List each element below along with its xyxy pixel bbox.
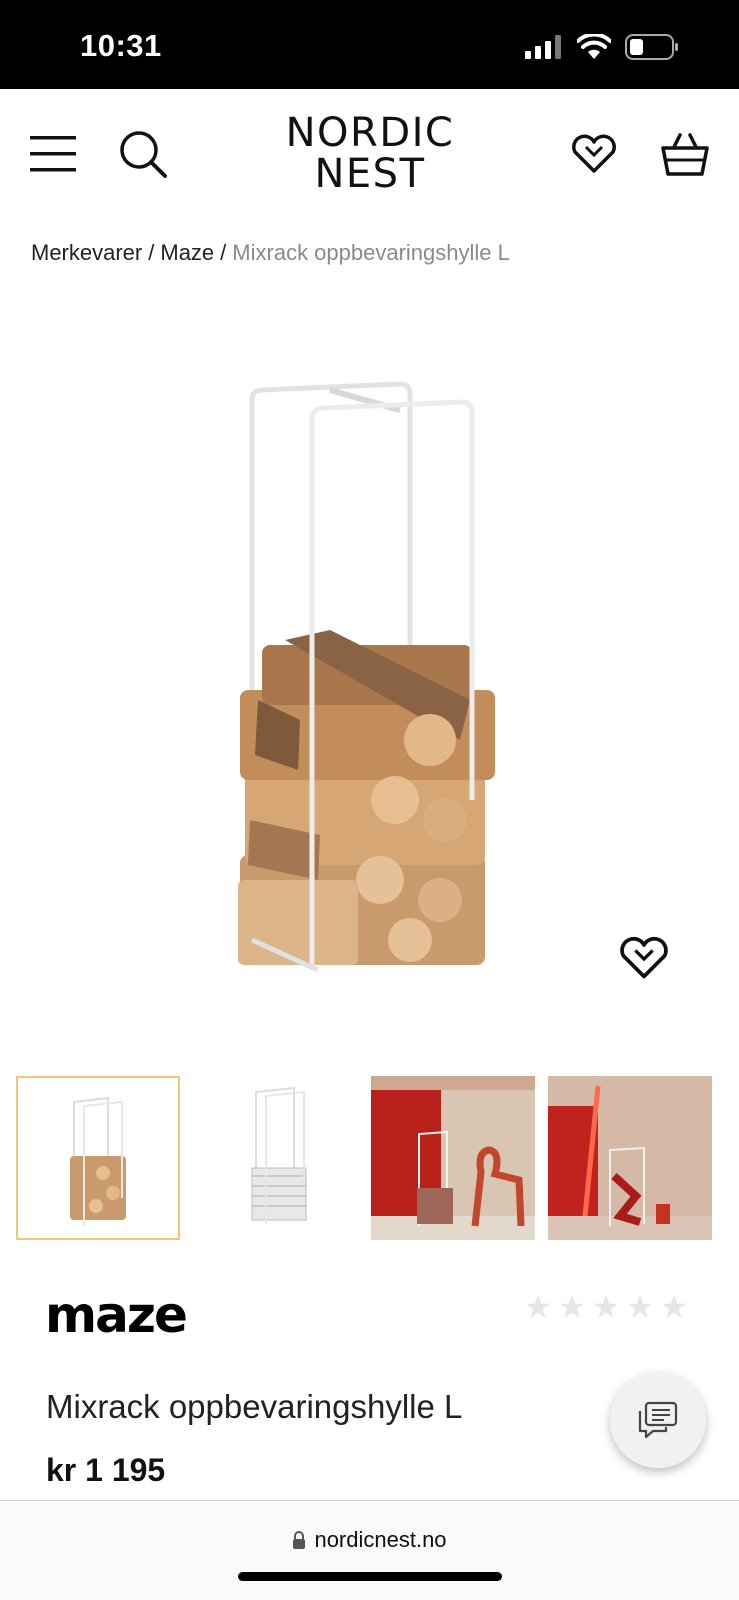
star-icon (594, 1295, 618, 1318)
main-product-image[interactable] (0, 300, 739, 1040)
breadcrumb: Merkevarer / Maze / Mixrack oppbevaringshyll… (31, 240, 510, 266)
chat-button[interactable] (610, 1372, 706, 1468)
breadcrumb-separator: / (148, 240, 155, 265)
breadcrumb-link-merkevarer[interactable]: Merkevarer (31, 240, 142, 265)
thumbnail-4[interactable] (548, 1076, 712, 1240)
breadcrumb-link-maze[interactable]: Maze (160, 240, 214, 265)
menu-button[interactable] (28, 133, 78, 175)
product-price: kr 1 195 (46, 1452, 166, 1488)
thumbnail-gallery (16, 1076, 723, 1242)
thumbnail-2[interactable] (194, 1076, 358, 1240)
heart-icon (620, 936, 668, 979)
rating-stars[interactable] (525, 1294, 687, 1320)
logo-line-1: NORDIC (285, 110, 455, 156)
thumbnail-1[interactable] (16, 1076, 180, 1240)
site-header: NORDIC NEST (0, 89, 739, 219)
breadcrumb-current: Mixrack oppbevaringshylle L (232, 240, 510, 265)
cart-button[interactable] (660, 131, 710, 179)
thumbnail-3[interactable] (371, 1076, 535, 1240)
battery-icon (625, 34, 678, 60)
wishlist-button[interactable] (570, 133, 618, 175)
status-icons (525, 34, 679, 60)
home-indicator[interactable] (238, 1572, 502, 1581)
breadcrumb-separator: / (220, 240, 227, 265)
chat-icon (638, 1401, 678, 1439)
url-display[interactable]: nordicnest.no (0, 1527, 739, 1553)
firewood-rack-thumbnail (18, 1078, 178, 1238)
status-bar: 10:31 (0, 0, 739, 89)
star-icon (662, 1295, 686, 1318)
browser-url-bar[interactable]: nordicnest.no (0, 1500, 739, 1600)
star-icon (628, 1295, 652, 1318)
signal-icon (525, 35, 561, 59)
menu-icon (30, 136, 76, 172)
nordic-nest-logo[interactable]: NORDIC NEST (270, 113, 470, 195)
product-title: Mixrack oppbevaringshylle L (46, 1388, 463, 1425)
red-room-thumbnail (371, 1076, 535, 1240)
brand-logo[interactable]: maze (45, 1290, 188, 1340)
magazine-rack-thumbnail (194, 1076, 358, 1240)
url-text: nordicnest.no (314, 1527, 447, 1552)
star-icon (526, 1295, 550, 1318)
neon-room-thumbnail (548, 1076, 712, 1240)
search-icon (120, 131, 167, 178)
logo-line-2: NEST (314, 151, 426, 197)
add-to-favorites-button[interactable] (618, 935, 670, 981)
basket-icon (661, 133, 709, 176)
lock-icon (293, 1531, 306, 1549)
firewood-rack-image (238, 381, 495, 973)
heart-icon (572, 134, 616, 173)
search-button[interactable] (118, 129, 172, 183)
status-time: 10:31 (80, 28, 162, 63)
star-icon (560, 1295, 584, 1318)
wifi-icon (577, 34, 611, 59)
